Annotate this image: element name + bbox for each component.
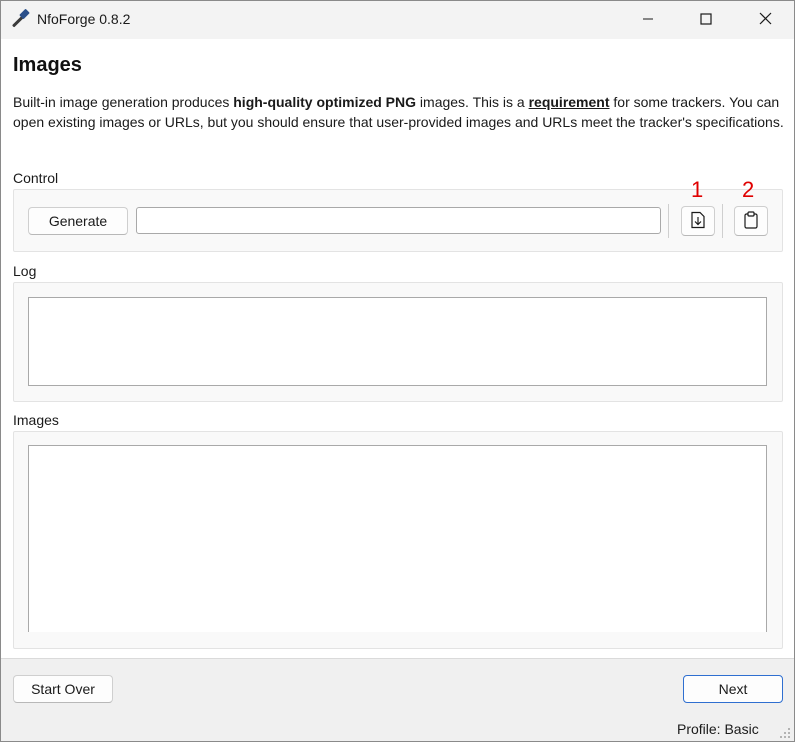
footer-bar: [1, 658, 794, 741]
maximize-icon: [700, 12, 712, 28]
log-output[interactable]: [28, 297, 767, 386]
control-separator-1: [668, 204, 669, 238]
description-underline: requirement: [528, 94, 610, 110]
generate-button[interactable]: Generate: [28, 207, 128, 235]
control-separator-2: [722, 204, 723, 238]
resize-grip-icon[interactable]: [779, 726, 791, 738]
annotation-1: 1: [691, 177, 704, 202]
app-window: NfoForge 0.8.2 Images Built-in image gen…: [0, 0, 795, 742]
window-title: NfoForge 0.8.2: [37, 11, 131, 27]
close-icon: [759, 12, 772, 28]
hammer-icon: [9, 9, 31, 31]
control-label: Control: [13, 170, 59, 186]
minimize-icon: [642, 12, 654, 28]
image-url-input[interactable]: [136, 207, 661, 234]
paste-from-clipboard-button[interactable]: [734, 206, 768, 236]
description-text-2: images. This is a: [416, 94, 529, 110]
next-button[interactable]: Next: [683, 675, 783, 703]
open-images-button[interactable]: [681, 206, 715, 236]
images-list[interactable]: [28, 445, 767, 632]
title-bar[interactable]: NfoForge 0.8.2: [1, 1, 794, 39]
description-bold: high-quality optimized PNG: [233, 94, 417, 110]
profile-status: Profile: Basic: [677, 721, 759, 737]
page-title: Images: [13, 54, 82, 76]
description-text-1: Built-in image generation produces: [13, 94, 234, 110]
file-download-icon: [690, 211, 706, 232]
annotation-2: 2: [742, 177, 755, 202]
close-button[interactable]: [736, 1, 794, 39]
start-over-button[interactable]: Start Over: [13, 675, 113, 703]
maximize-button[interactable]: [677, 1, 735, 39]
minimize-button[interactable]: [619, 1, 677, 39]
page-description: Built-in image generation produces high-…: [13, 93, 788, 132]
log-label: Log: [13, 263, 37, 279]
images-label: Images: [13, 412, 59, 428]
clipboard-icon: [743, 210, 759, 232]
